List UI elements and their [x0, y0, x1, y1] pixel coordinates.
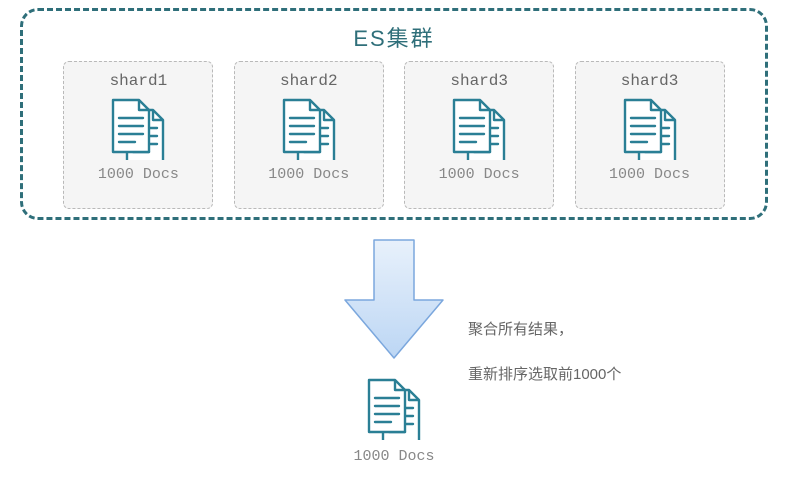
documents-icon — [619, 96, 681, 160]
annotation-line-1: 聚合所有结果， — [468, 321, 573, 338]
cluster-title: ES集群 — [23, 21, 765, 53]
shard-doc-count: 1000 Docs — [98, 166, 179, 183]
shard-doc-count: 1000 Docs — [268, 166, 349, 183]
shard-label: shard3 — [621, 72, 679, 90]
shard-doc-count: 1000 Docs — [609, 166, 690, 183]
documents-icon — [107, 96, 169, 160]
es-cluster-container: ES集群 shard1 1000 Docs shard2 — [20, 8, 768, 220]
documents-icon — [278, 96, 340, 160]
result-doc-count: 1000 Docs — [353, 448, 434, 465]
aggregation-annotation: 聚合所有结果， 重新排序选取前1000个 — [468, 296, 621, 386]
shard-box: shard3 1000 Docs — [404, 61, 554, 209]
shards-row: shard1 1000 Docs shard2 — [23, 61, 765, 209]
shard-box: shard3 1000 Docs — [575, 61, 725, 209]
shard-box: shard1 1000 Docs — [63, 61, 213, 209]
result-block: 1000 Docs — [339, 376, 449, 465]
shard-box: shard2 1000 Docs — [234, 61, 384, 209]
shard-doc-count: 1000 Docs — [439, 166, 520, 183]
shard-label: shard2 — [280, 72, 338, 90]
annotation-line-2: 重新排序选取前1000个 — [468, 366, 621, 383]
documents-icon — [363, 376, 425, 440]
shard-label: shard1 — [110, 72, 168, 90]
shard-label: shard3 — [450, 72, 508, 90]
down-arrow-icon — [339, 234, 449, 364]
documents-icon — [448, 96, 510, 160]
